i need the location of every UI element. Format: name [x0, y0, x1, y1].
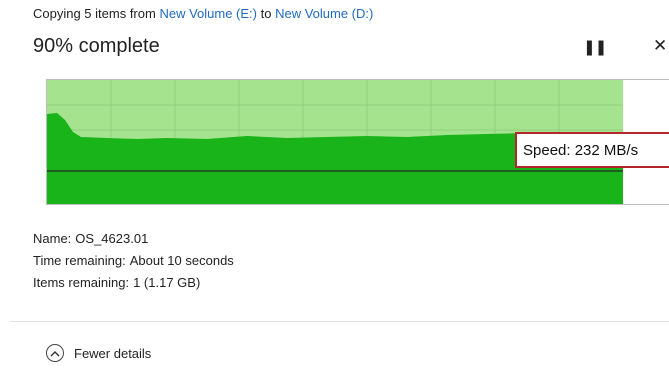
speed-readout: Speed: 232 MB/s: [515, 132, 669, 168]
source-link[interactable]: New Volume (E:): [159, 6, 257, 21]
close-button[interactable]: ✕: [653, 36, 667, 56]
chevron-up-icon: [46, 344, 64, 362]
detail-name-value: OS_4623.01: [75, 231, 149, 246]
detail-time-value: About 10 seconds: [129, 253, 234, 268]
copy-prefix: Copying 5 items from: [33, 6, 156, 21]
transfer-details: Name: OS_4623.01 Time remaining: About 10 …: [33, 228, 234, 294]
detail-name-label: Name:: [33, 231, 72, 246]
progress-title: 90% complete: [33, 35, 160, 57]
destination-link[interactable]: New Volume (D:): [275, 6, 373, 21]
detail-items-value: 1 (1.17 GB): [133, 275, 201, 290]
copy-status-line: Copying 5 items from New Volume (E:) to …: [33, 6, 373, 21]
speed-label: Speed:: [523, 142, 571, 159]
fewer-details-button[interactable]: Fewer details: [46, 344, 151, 362]
detail-time-remaining: Time remaining: About 10 seconds: [33, 250, 234, 272]
detail-name: Name: OS_4623.01: [33, 228, 234, 250]
pause-button[interactable]: ❚❚: [583, 38, 607, 56]
detail-items-label: Items remaining:: [33, 275, 130, 290]
detail-time-label: Time remaining:: [33, 253, 126, 268]
footer-divider: [10, 321, 669, 322]
copy-mid: to: [260, 6, 272, 21]
fewer-details-label: Fewer details: [74, 345, 152, 361]
pause-icon: ❚❚: [583, 39, 607, 56]
speed-value: 232: [574, 142, 600, 159]
detail-items-remaining: Items remaining: 1 (1.17 GB): [33, 272, 234, 294]
speed-unit: MB/s: [603, 142, 639, 159]
close-icon: ✕: [653, 36, 668, 55]
